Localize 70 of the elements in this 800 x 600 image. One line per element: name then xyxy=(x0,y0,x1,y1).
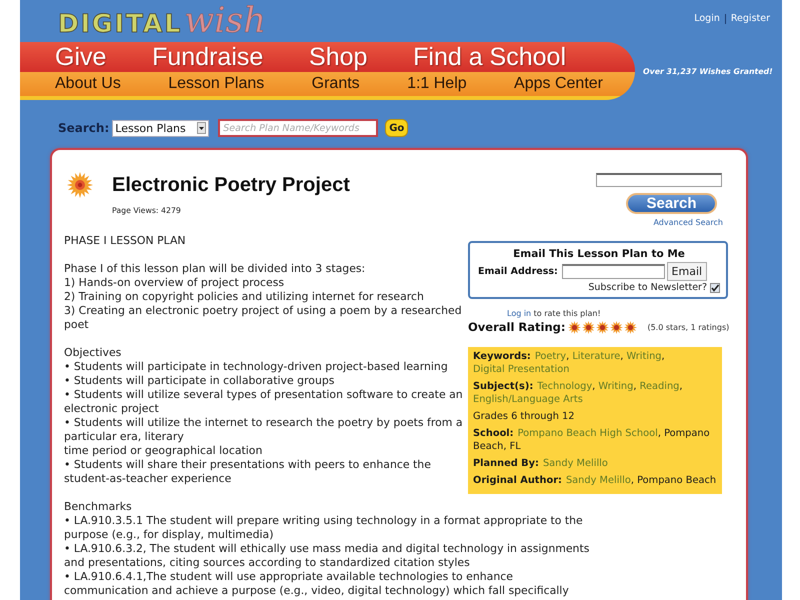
body-text: • Students will participate in collaborative groups xyxy=(64,374,336,388)
body-text: Phase I of this lesson plan will be divided into 3 stages: xyxy=(64,262,366,276)
sunburst-icon[interactable] xyxy=(582,320,596,334)
newsletter-checkbox[interactable] xyxy=(710,282,720,292)
detail-link[interactable]: Literature xyxy=(572,351,620,362)
body-text: • LA.910.6.4.1,The student will use appropriate available technologies to enhance communication and achieve a purpose (e.g., video, digital technology) which fall specifically xyxy=(64,570,570,598)
sunburst-icon[interactable] xyxy=(568,320,582,334)
detail-link[interactable]: Pompano Beach High School xyxy=(518,428,658,439)
sunburst-icon[interactable] xyxy=(624,320,638,334)
search-button[interactable]: Search xyxy=(626,193,717,214)
nav-link[interactable]: Shop xyxy=(309,42,368,72)
detail-link[interactable]: Poetry xyxy=(534,351,566,362)
body-text: • Students will utilize several types of presentation software to create an electronic project xyxy=(64,388,464,416)
body-text: Objectives xyxy=(64,346,122,360)
rate-plan-link[interactable]: Log in xyxy=(507,309,532,318)
account-link[interactable]: Login xyxy=(694,12,720,25)
sunburst-icon xyxy=(67,172,93,198)
caret-icon xyxy=(197,122,206,134)
body-text: time period or geographical location xyxy=(64,444,264,458)
newsletter-label: Subscribe to Newsletter? xyxy=(588,282,707,293)
detail-link[interactable]: Writing xyxy=(626,351,662,362)
detail-text: Planned By: Sandy Melillo xyxy=(473,457,609,470)
detail-link[interactable]: Sandy Melillo xyxy=(542,458,608,469)
detail-text: Original Author: Sandy Melillo, Pompano Beach xyxy=(473,474,717,487)
go-button[interactable]: Go xyxy=(385,119,408,137)
detail-link[interactable]: Sandy Melillo xyxy=(566,475,631,486)
subnav-link[interactable]: About Us xyxy=(55,72,121,96)
advanced-search-link[interactable]: Advanced Search xyxy=(653,218,723,227)
search-field[interactable]: Search Plan Name/Keywords xyxy=(218,119,378,137)
body-text: 1) Hands-on overview of project process xyxy=(64,276,286,290)
body-text: • LA.910.6.3.2, The student will ethically use mass media and digital technology in assignments and presentations, citing sources according to standardized citation styles xyxy=(64,542,590,570)
body-text: • Students will participate in technology-driven project-based learning xyxy=(64,360,449,374)
nav-link[interactable]: Find a School xyxy=(413,42,566,72)
subnav-link[interactable]: Apps Center xyxy=(514,72,603,96)
category-select[interactable]: Lesson Plans xyxy=(112,120,210,136)
detail-text: Subject(s): Technology, Writing, Reading, English/Language Arts xyxy=(473,380,684,406)
email-button[interactable]: Email xyxy=(666,262,707,281)
subnav-link[interactable]: Grants xyxy=(312,72,360,96)
search-label: Search: xyxy=(58,121,110,135)
star-rating[interactable] xyxy=(568,320,638,334)
detail-link[interactable]: Technology xyxy=(537,381,592,392)
account-link[interactable]: Register xyxy=(730,12,770,25)
detail-link[interactable]: Writing xyxy=(598,381,634,392)
nav-link[interactable]: Give xyxy=(55,42,106,72)
body-text: Benchmarks xyxy=(64,500,133,514)
detail-link[interactable]: Digital Presentation xyxy=(473,364,570,375)
plan-title: Electronic Poetry Project xyxy=(112,173,350,198)
rating-prompt: Log in to rate this plan! xyxy=(507,309,601,318)
body-text: 2) Training on copyright policies and utilizing internet for research xyxy=(64,290,425,304)
subnav-link[interactable]: 1:1 Help xyxy=(407,72,467,96)
email-field[interactable] xyxy=(562,264,665,279)
detail-link[interactable]: Reading xyxy=(640,381,680,392)
body-text: • LA.910.3.5.1 The student will prepare writing using technology in a format appropriate to the purpose (e.g., for display, multimedia) xyxy=(64,514,584,542)
detail-link[interactable]: English/Language Arts xyxy=(473,394,583,405)
site-search-field[interactable] xyxy=(596,173,722,187)
email-panel-title: Email This Lesson Plan to Me xyxy=(513,247,685,261)
sunburst-icon[interactable] xyxy=(596,320,610,334)
detail-text: Grades 6 through 12 xyxy=(473,410,576,423)
rating-label: Overall Rating: xyxy=(468,320,566,334)
rating-summary: (5.0 stars, 1 ratings) xyxy=(647,322,730,332)
detail-text: Keywords: Poetry, Literature, Writing, Digital Presentation xyxy=(473,350,666,376)
sunburst-icon[interactable] xyxy=(610,320,624,334)
subnav-link[interactable]: Lesson Plans xyxy=(168,72,264,96)
body-text: PHASE I LESSON PLAN xyxy=(64,234,187,248)
body-text: 3) Creating an electronic poetry project of using a poem by a researched poet xyxy=(64,304,463,332)
logo-wordmark[interactable]: DIGITAL xyxy=(58,11,182,37)
nav-link[interactable]: Fundraise xyxy=(152,42,264,72)
email-label: Email Address: xyxy=(478,266,558,277)
body-text: • Students will share their presentations with peers to enhance the student-as-teacher experience xyxy=(64,458,432,486)
detail-text: School: Pompano Beach High School, Pompano Beach, FL xyxy=(473,427,711,453)
